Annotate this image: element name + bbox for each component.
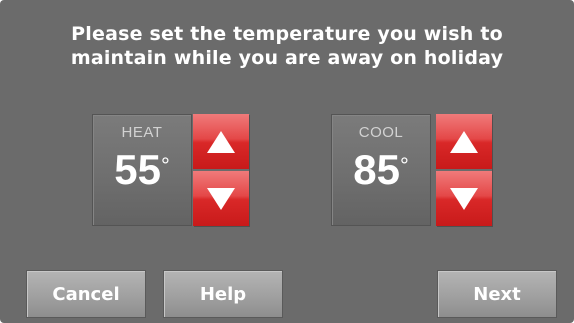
- cool-label: COOL: [358, 124, 404, 141]
- thermostat-screen: Please set the temperature you wish to m…: [0, 0, 574, 323]
- heat-setpoint-display: HEAT 55°: [92, 114, 192, 226]
- heat-up-button[interactable]: [193, 114, 249, 169]
- heat-temperature-value: 55: [114, 146, 161, 193]
- triangle-down-icon: [450, 187, 478, 210]
- instruction-text: Please set the temperature you wish to m…: [0, 22, 574, 70]
- cool-setpoint-display: COOL 85°: [331, 114, 431, 226]
- heat-label: HEAT: [121, 124, 163, 141]
- heat-down-button[interactable]: [193, 171, 249, 226]
- heat-stepper: [193, 114, 249, 226]
- cool-up-button[interactable]: [436, 114, 492, 169]
- triangle-down-icon: [207, 187, 235, 210]
- cancel-button[interactable]: Cancel: [26, 270, 146, 318]
- triangle-up-icon: [207, 130, 235, 153]
- triangle-up-icon: [450, 130, 478, 153]
- cool-down-button[interactable]: [436, 171, 492, 226]
- instruction-line-1: Please set the temperature you wish to: [71, 23, 503, 45]
- instruction-line-2: maintain while you are away on holiday: [70, 47, 504, 69]
- heat-temperature: 55°: [93, 145, 191, 195]
- cool-temperature-value: 85: [353, 146, 400, 193]
- help-button[interactable]: Help: [163, 270, 283, 318]
- heat-degree-symbol: °: [160, 153, 170, 178]
- next-button[interactable]: Next: [437, 270, 557, 318]
- cool-temperature: 85°: [332, 145, 430, 195]
- cool-degree-symbol: °: [399, 153, 409, 178]
- cool-stepper: [436, 114, 492, 226]
